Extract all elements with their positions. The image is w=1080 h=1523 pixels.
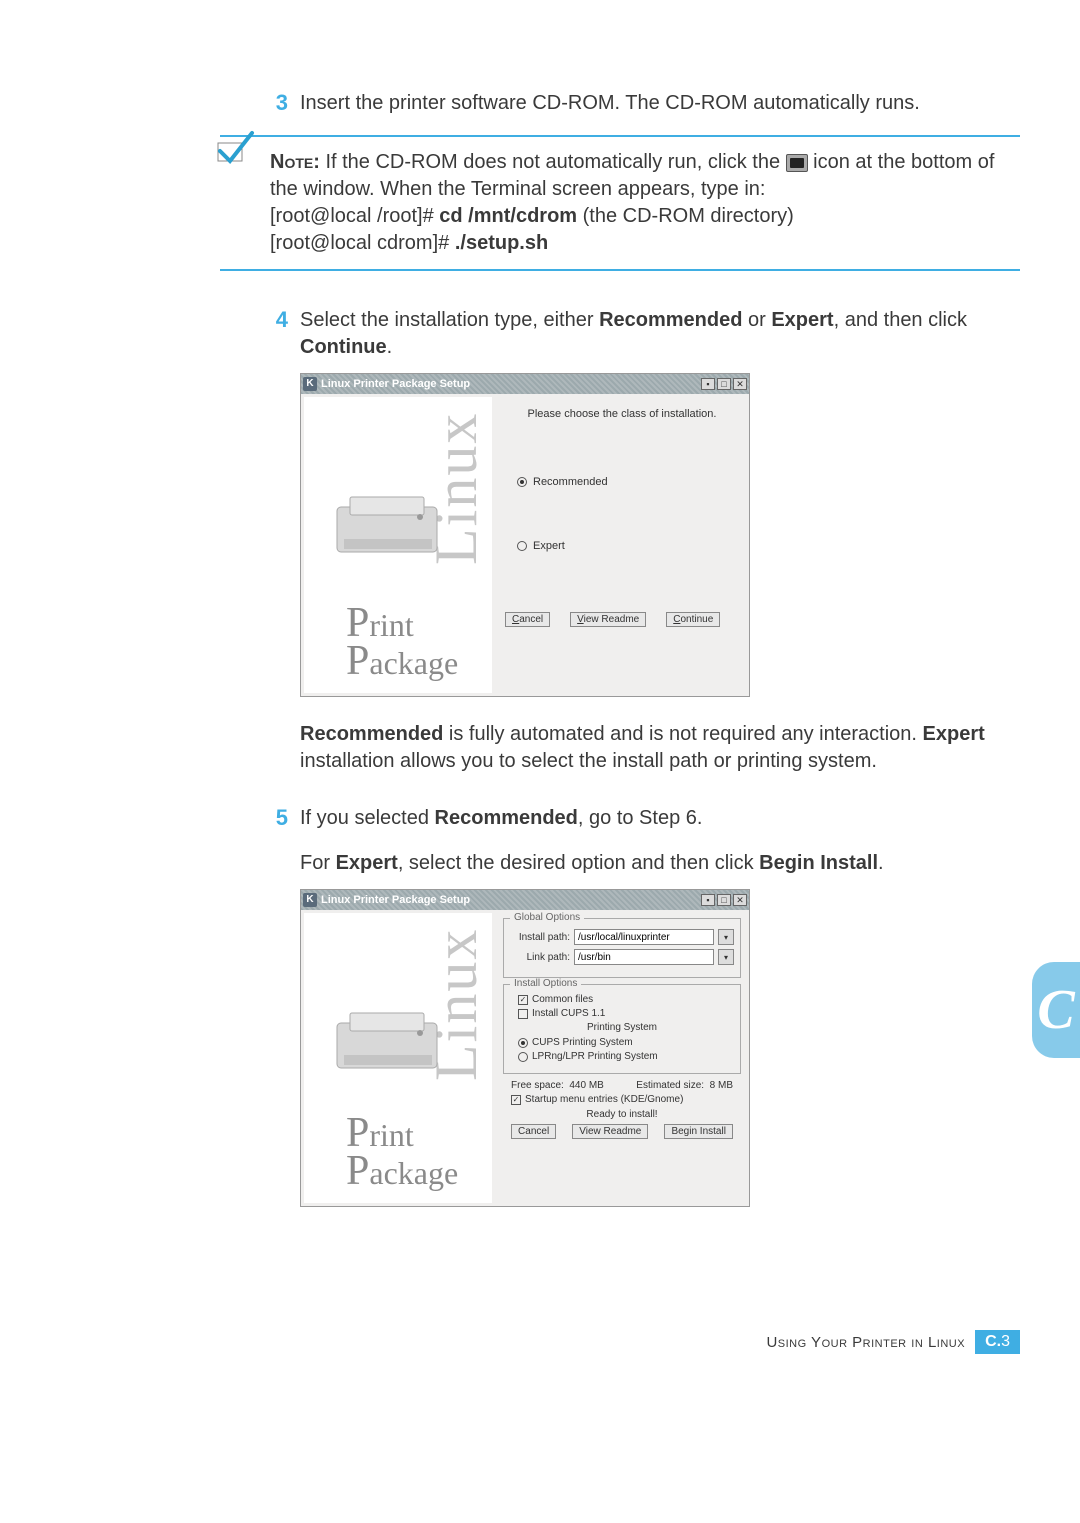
note-line3-b: ./setup.sh	[455, 232, 548, 254]
note-line3-a: [root@local cdrom]#	[270, 232, 455, 254]
titlebar-1: K Linux Printer Package Setup ▪ □ ✕	[301, 374, 749, 394]
note-line2-b: cd /mnt/cdrom	[439, 205, 577, 227]
step-5-number: 5	[270, 805, 300, 877]
chevron-down-icon[interactable]: ▾	[718, 929, 734, 945]
note-checkmark-icon	[212, 129, 256, 174]
maximize-icon[interactable]: □	[717, 378, 731, 390]
view-readme-button[interactable]: View Readme	[572, 1124, 648, 1139]
radio-cups-printing-system[interactable]: CUPS Printing System	[518, 1037, 734, 1048]
side-panel-1: Linux Print Package	[304, 397, 492, 693]
radio-icon-selected	[518, 1038, 528, 1048]
continue-button[interactable]: Continue	[666, 612, 720, 627]
side-panel-2: Linux Print Package	[304, 913, 492, 1203]
radio-icon-selected	[517, 477, 527, 487]
checkbox-install-cups[interactable]: Install CUPS 1.1	[518, 1008, 734, 1019]
radio-lprng-printing-system[interactable]: LPRng/LPR Printing System	[518, 1051, 734, 1062]
global-options-fieldset: Global Options Install path: ▾ Link path…	[503, 918, 741, 978]
install-options-legend: Install Options	[510, 978, 581, 989]
recommended-expert-explain: Recommended is fully automated and is no…	[300, 721, 1020, 775]
setup-window-1: K Linux Printer Package Setup ▪ □ ✕ Linu…	[300, 373, 750, 697]
close-icon[interactable]: ✕	[733, 894, 747, 906]
view-readme-button[interactable]: View Readme	[570, 612, 646, 627]
global-options-legend: Global Options	[510, 912, 584, 923]
install-path-field[interactable]	[574, 929, 714, 945]
note-line2-a: [root@local /root]#	[270, 205, 439, 227]
k-icon: K	[303, 377, 317, 391]
minimize-icon[interactable]: ▪	[701, 378, 715, 390]
k-icon: K	[303, 893, 317, 907]
printer-icon	[332, 1003, 447, 1078]
cancel-button[interactable]: Cancel	[511, 1124, 556, 1139]
page-number: C.3	[975, 1330, 1020, 1354]
maximize-icon[interactable]: □	[717, 894, 731, 906]
install-options-fieldset: Install Options Common files Install CUP…	[503, 984, 741, 1074]
space-status-row: Free space: 440 MB Estimated size: 8 MB	[511, 1080, 733, 1091]
checkbox-icon	[518, 995, 528, 1005]
radio-expert[interactable]: Expert	[517, 540, 739, 552]
link-path-label: Link path:	[510, 952, 570, 963]
terminal-icon	[786, 154, 808, 172]
cancel-button[interactable]: Cancel	[505, 612, 550, 627]
titlebar-2: K Linux Printer Package Setup ▪ □ ✕	[301, 890, 749, 910]
appendix-tab: C	[1032, 962, 1080, 1058]
step-4-number: 4	[270, 307, 300, 361]
window-title-2: Linux Printer Package Setup	[321, 894, 470, 906]
checkbox-startup-entries[interactable]: Startup menu entries (KDE/Gnome)	[511, 1094, 741, 1105]
step-5-text: If you selected Recommended, go to Step …	[300, 805, 884, 877]
radio-icon	[517, 541, 527, 551]
step-3-text: Insert the printer software CD-ROM. The …	[300, 90, 920, 117]
print-package-watermark: Print Package	[346, 1115, 458, 1191]
printer-icon	[332, 487, 447, 562]
install-path-label: Install path:	[510, 932, 570, 943]
note-line2-c: (the CD-ROM directory)	[577, 205, 794, 227]
note-label: Note:	[270, 151, 320, 173]
print-package-watermark: Print Package	[346, 605, 458, 681]
main-panel-2: Global Options Install path: ▾ Link path…	[495, 910, 749, 1206]
setup-window-2: K Linux Printer Package Setup ▪ □ ✕ Linu…	[300, 889, 750, 1207]
chevron-down-icon[interactable]: ▾	[718, 949, 734, 965]
footer-text: Using Your Printer in Linux	[766, 1334, 965, 1351]
checkbox-icon	[518, 1009, 528, 1019]
radio-icon	[518, 1052, 528, 1062]
close-icon[interactable]: ✕	[733, 378, 747, 390]
step-3-number: 3	[270, 90, 300, 117]
radio-recommended[interactable]: Recommended	[517, 476, 739, 488]
note-box: Note: If the CD-ROM does not automatical…	[220, 135, 1020, 271]
link-path-field[interactable]	[574, 949, 714, 965]
checkbox-common-files[interactable]: Common files	[518, 994, 734, 1005]
note-text-a: If the CD-ROM does not automatically run…	[320, 151, 786, 173]
page-footer: Using Your Printer in Linux C.3	[766, 1330, 1020, 1354]
ready-to-install-label: Ready to install!	[503, 1109, 741, 1120]
begin-install-button[interactable]: Begin Install	[664, 1124, 732, 1139]
install-class-message: Please choose the class of installation.	[505, 408, 739, 420]
printing-system-label: Printing System	[510, 1022, 734, 1033]
main-panel-1: Please choose the class of installation.…	[495, 394, 749, 696]
window-title-1: Linux Printer Package Setup	[321, 378, 470, 390]
minimize-icon[interactable]: ▪	[701, 894, 715, 906]
checkbox-icon	[511, 1095, 521, 1105]
step-4-text: Select the installation type, either Rec…	[300, 307, 1020, 361]
